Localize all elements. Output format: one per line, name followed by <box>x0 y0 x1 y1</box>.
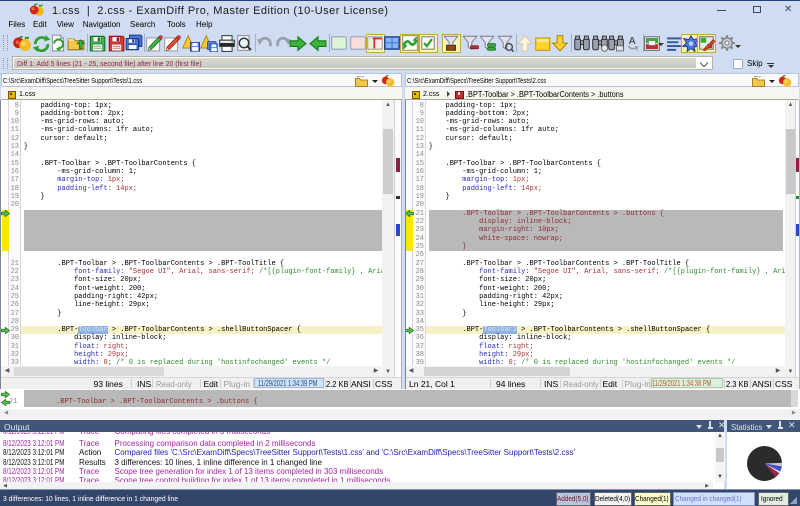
svg-text:a: a <box>635 45 639 52</box>
